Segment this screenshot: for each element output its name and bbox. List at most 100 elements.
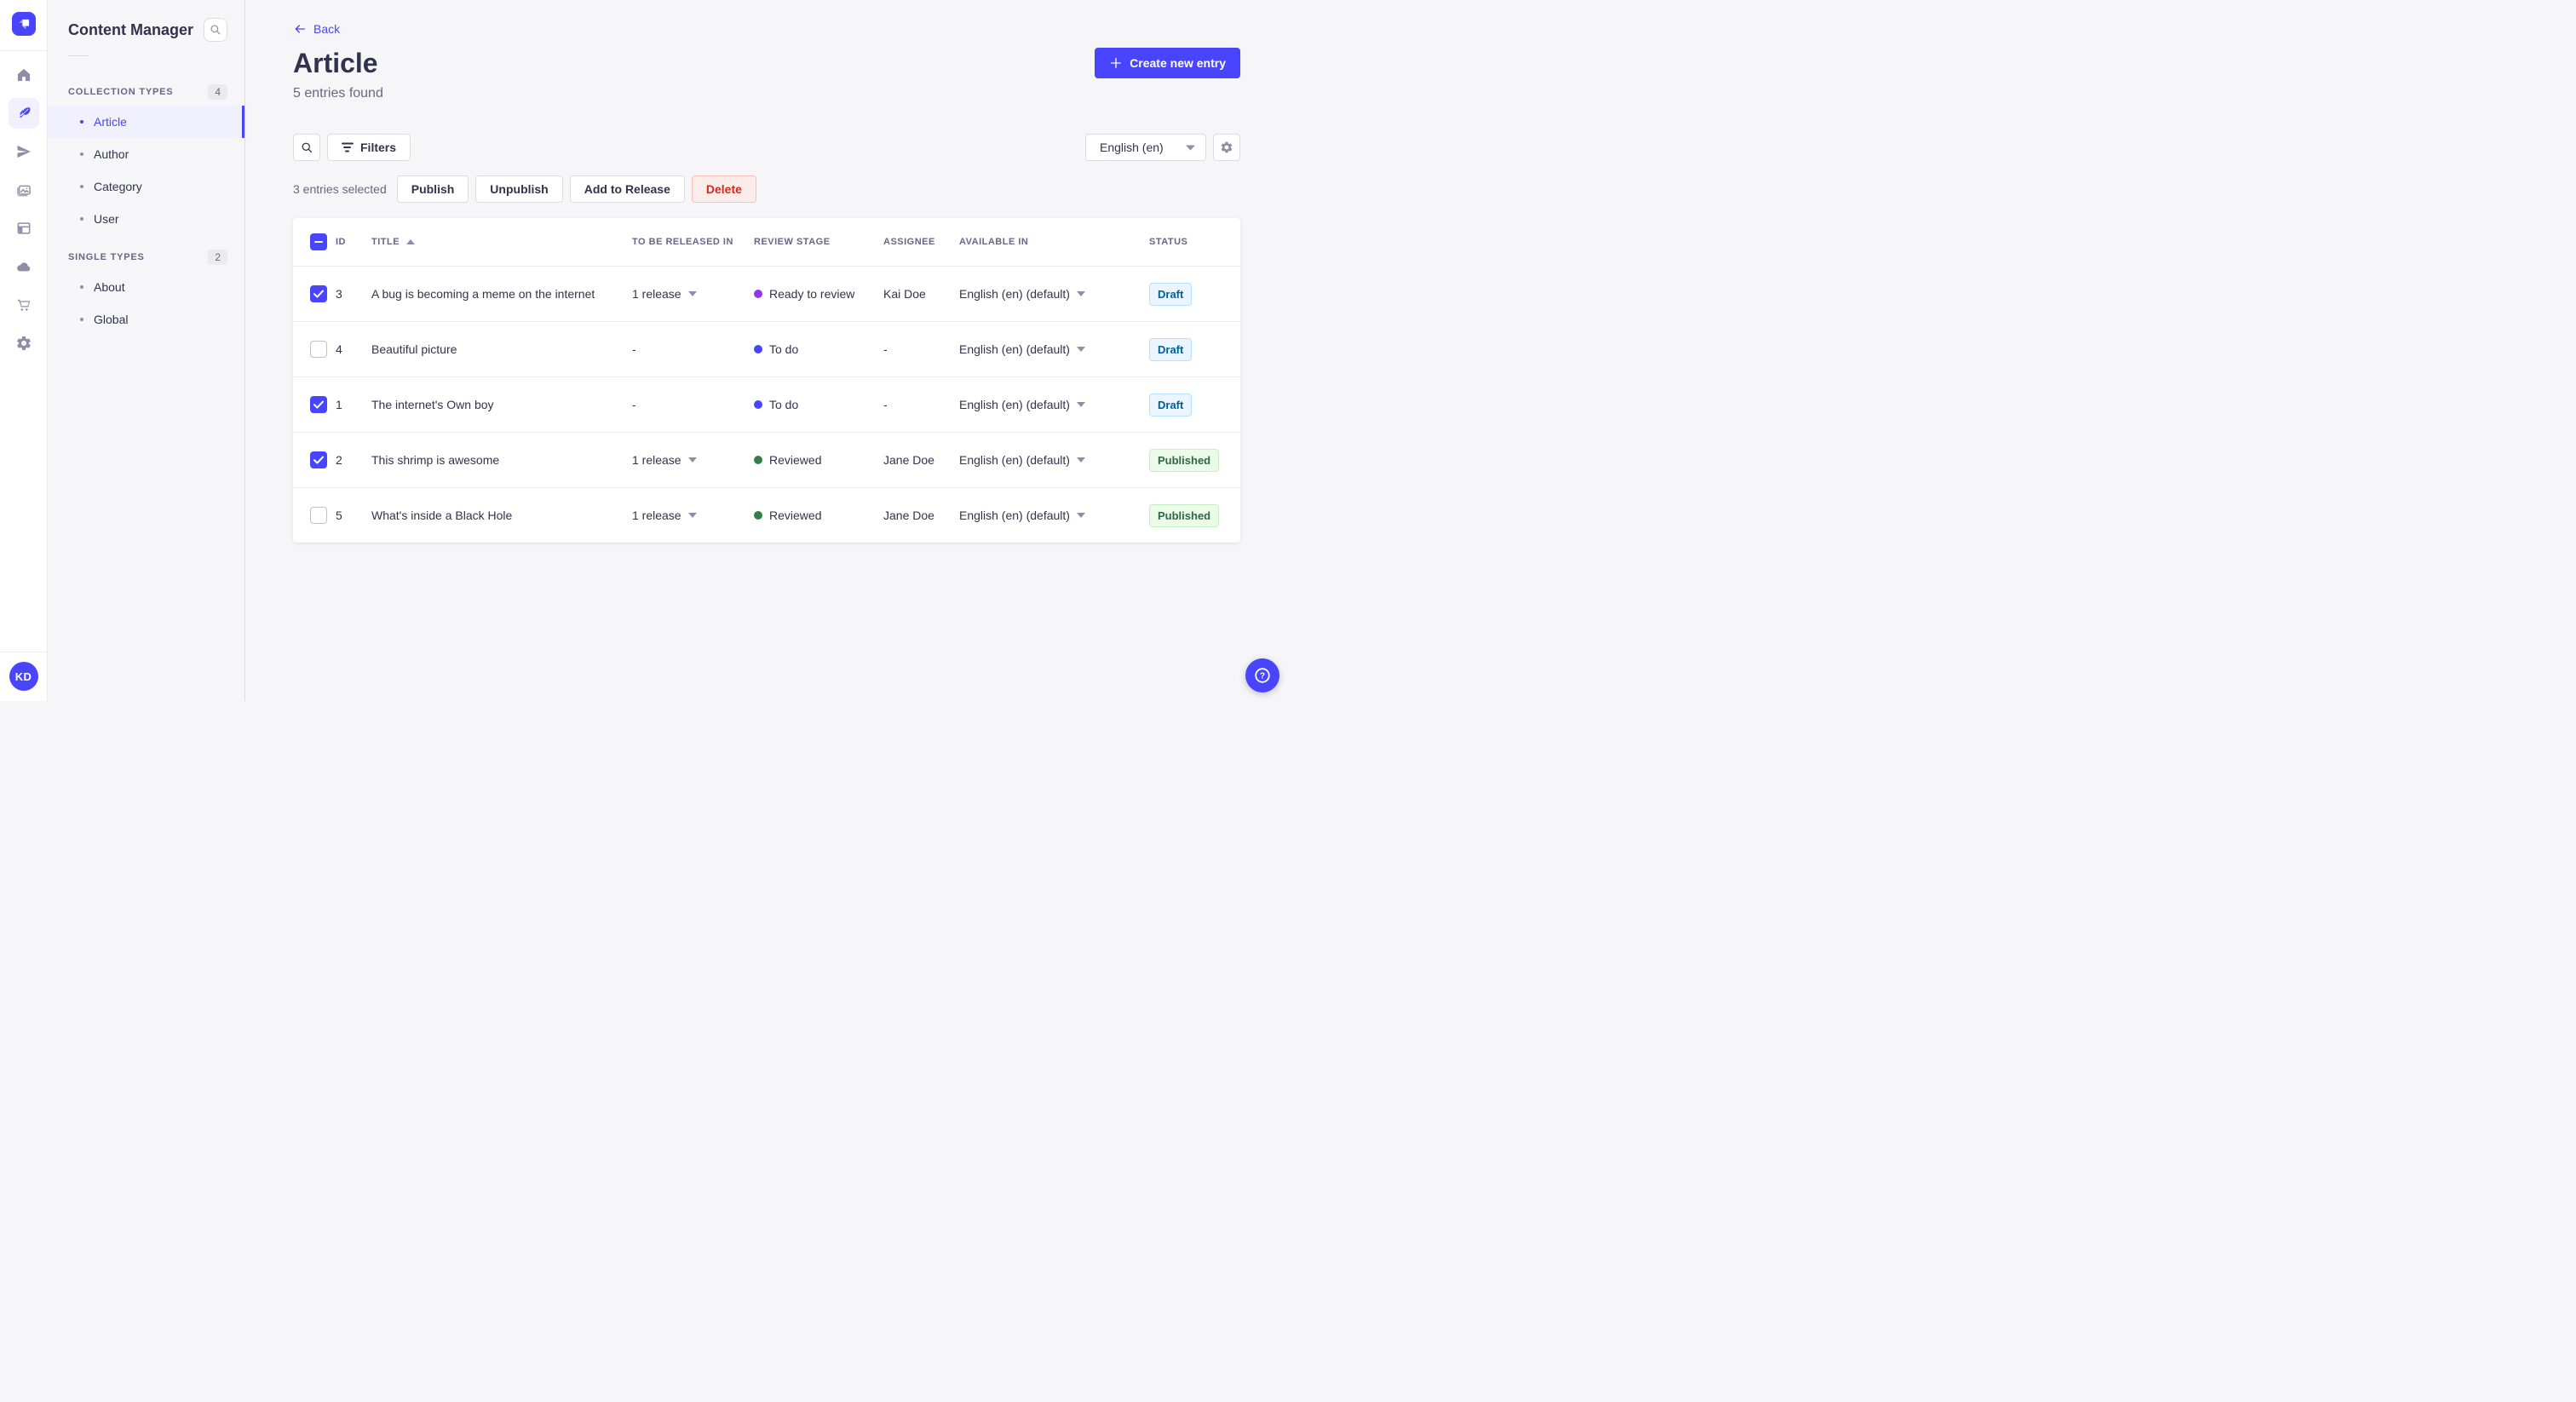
caret-down-icon	[1076, 347, 1085, 352]
caret-down-icon	[687, 513, 697, 518]
cell-release: -	[632, 398, 636, 411]
main-content: Back Article 5 entries found Create new …	[245, 0, 1288, 701]
cell-status: Draft	[1149, 282, 1240, 306]
page-title: Article	[293, 48, 378, 78]
user-avatar[interactable]: KD	[9, 662, 38, 691]
home-icon[interactable]	[9, 60, 39, 90]
column-header-release: TO BE RELEASED IN	[632, 237, 733, 247]
cell-title: This shrimp is awesome	[371, 453, 500, 467]
row-checkbox[interactable]	[310, 396, 327, 413]
column-header-available: AVAILABLE IN	[959, 237, 1029, 247]
releases-icon[interactable]	[9, 136, 39, 167]
create-new-entry-button[interactable]: Create new entry	[1095, 48, 1240, 78]
column-header-status: STATUS	[1149, 237, 1188, 247]
content-manager-icon[interactable]	[8, 98, 39, 129]
cell-release[interactable]: 1 release	[632, 453, 754, 467]
status-badge: Draft	[1149, 393, 1193, 417]
gear-icon	[1221, 141, 1233, 153]
caret-down-icon	[687, 457, 697, 463]
cell-available-in[interactable]: English (en) (default)	[959, 287, 1149, 301]
unpublish-button[interactable]: Unpublish	[475, 175, 563, 203]
row-checkbox[interactable]	[310, 451, 327, 468]
content-manager-subnav: Content Manager COLLECTION TYPES 4 Artic…	[48, 0, 245, 701]
content-type-builder-icon[interactable]	[9, 213, 39, 244]
bullet-icon	[80, 152, 83, 156]
collection-types-section: COLLECTION TYPES 4 Article Author Catego…	[48, 78, 244, 235]
rail-icon-list	[8, 51, 39, 359]
locale-select[interactable]: English (en)	[1085, 134, 1206, 161]
status-badge: Published	[1149, 448, 1220, 472]
cell-release[interactable]: 1 release	[632, 287, 754, 301]
strapi-logo[interactable]	[11, 12, 36, 36]
selection-count-text: 3 entries selected	[293, 182, 387, 196]
section-label: COLLECTION TYPES	[68, 87, 174, 97]
caret-down-icon	[1186, 145, 1195, 150]
cell-release[interactable]: 1 release	[632, 509, 754, 522]
caret-down-icon	[687, 291, 697, 296]
view-settings-button[interactable]	[1213, 134, 1240, 161]
cell-id: 2	[336, 453, 342, 467]
sidebar-item-article[interactable]: Article	[48, 106, 244, 138]
cell-release: -	[632, 342, 636, 356]
sidebar-item-author[interactable]: Author	[48, 138, 244, 170]
svg-text:?: ?	[1260, 672, 1265, 681]
deployments-icon[interactable]	[9, 251, 39, 282]
cell-review-stage: To do	[754, 398, 883, 411]
search-button[interactable]	[293, 134, 320, 161]
cell-id: 4	[336, 342, 342, 356]
search-icon	[210, 25, 221, 35]
sidebar-item-global[interactable]: Global	[48, 303, 244, 336]
cell-id: 3	[336, 287, 342, 301]
row-checkbox[interactable]	[310, 341, 327, 358]
add-to-release-button[interactable]: Add to Release	[569, 175, 685, 203]
bullet-icon	[80, 285, 83, 289]
table-row[interactable]: 1 The internet's Own boy - To do - Engli…	[293, 376, 1240, 432]
filters-button[interactable]: Filters	[327, 134, 411, 161]
sidebar-item-label: User	[94, 212, 119, 226]
column-header-stage: REVIEW STAGE	[754, 237, 831, 247]
table-row[interactable]: 2 This shrimp is awesome 1 release Revie…	[293, 432, 1240, 487]
settings-icon[interactable]	[9, 328, 39, 359]
cell-available-in[interactable]: English (en) (default)	[959, 453, 1149, 467]
stage-dot-icon	[754, 456, 762, 464]
cell-id: 5	[336, 509, 342, 522]
sidebar-item-about[interactable]: About	[48, 271, 244, 303]
sort-asc-icon	[406, 239, 416, 244]
cell-status: Draft	[1149, 393, 1240, 417]
status-badge: Published	[1149, 503, 1220, 527]
table-row[interactable]: 3 A bug is becoming a meme on the intern…	[293, 266, 1240, 321]
cell-available-in[interactable]: English (en) (default)	[959, 398, 1149, 411]
row-checkbox[interactable]	[310, 285, 327, 302]
select-all-checkbox[interactable]	[310, 233, 327, 250]
cell-available-in[interactable]: English (en) (default)	[959, 509, 1149, 522]
stage-dot-icon	[754, 400, 762, 409]
publish-button[interactable]: Publish	[396, 175, 469, 203]
help-button[interactable]: ?	[1245, 658, 1279, 692]
caret-down-icon	[1076, 457, 1085, 463]
logo-container	[0, 0, 47, 51]
back-link[interactable]: Back	[293, 22, 340, 36]
entries-table: ID TITLE TO BE RELEASED IN REVIEW STAGE …	[293, 218, 1240, 543]
cell-status: Published	[1149, 448, 1240, 472]
delete-button[interactable]: Delete	[691, 175, 756, 203]
subnav-search-button[interactable]	[204, 18, 227, 42]
row-checkbox[interactable]	[310, 507, 327, 524]
marketplace-icon[interactable]	[9, 290, 39, 320]
sidebar-item-category[interactable]: Category	[48, 170, 244, 203]
cell-assignee: Kai Doe	[883, 287, 926, 301]
media-library-icon[interactable]	[9, 175, 39, 205]
rail-user-area: KD	[0, 652, 47, 701]
table-header-row: ID TITLE TO BE RELEASED IN REVIEW STAGE …	[293, 218, 1240, 266]
cell-available-in[interactable]: English (en) (default)	[959, 342, 1149, 356]
table-row[interactable]: 5 What's inside a Black Hole 1 release R…	[293, 487, 1240, 543]
section-count-badge: 4	[208, 84, 227, 100]
cell-review-stage: Reviewed	[754, 509, 883, 522]
sidebar-item-label: Category	[94, 180, 142, 193]
table-row[interactable]: 4 Beautiful picture - To do - English (e…	[293, 321, 1240, 376]
search-icon	[302, 142, 312, 152]
status-badge: Draft	[1149, 282, 1193, 306]
sidebar-item-label: Article	[94, 115, 127, 129]
sidebar-item-user[interactable]: User	[48, 203, 244, 235]
bullet-icon	[80, 120, 83, 124]
column-header-title[interactable]: TITLE	[371, 237, 632, 247]
